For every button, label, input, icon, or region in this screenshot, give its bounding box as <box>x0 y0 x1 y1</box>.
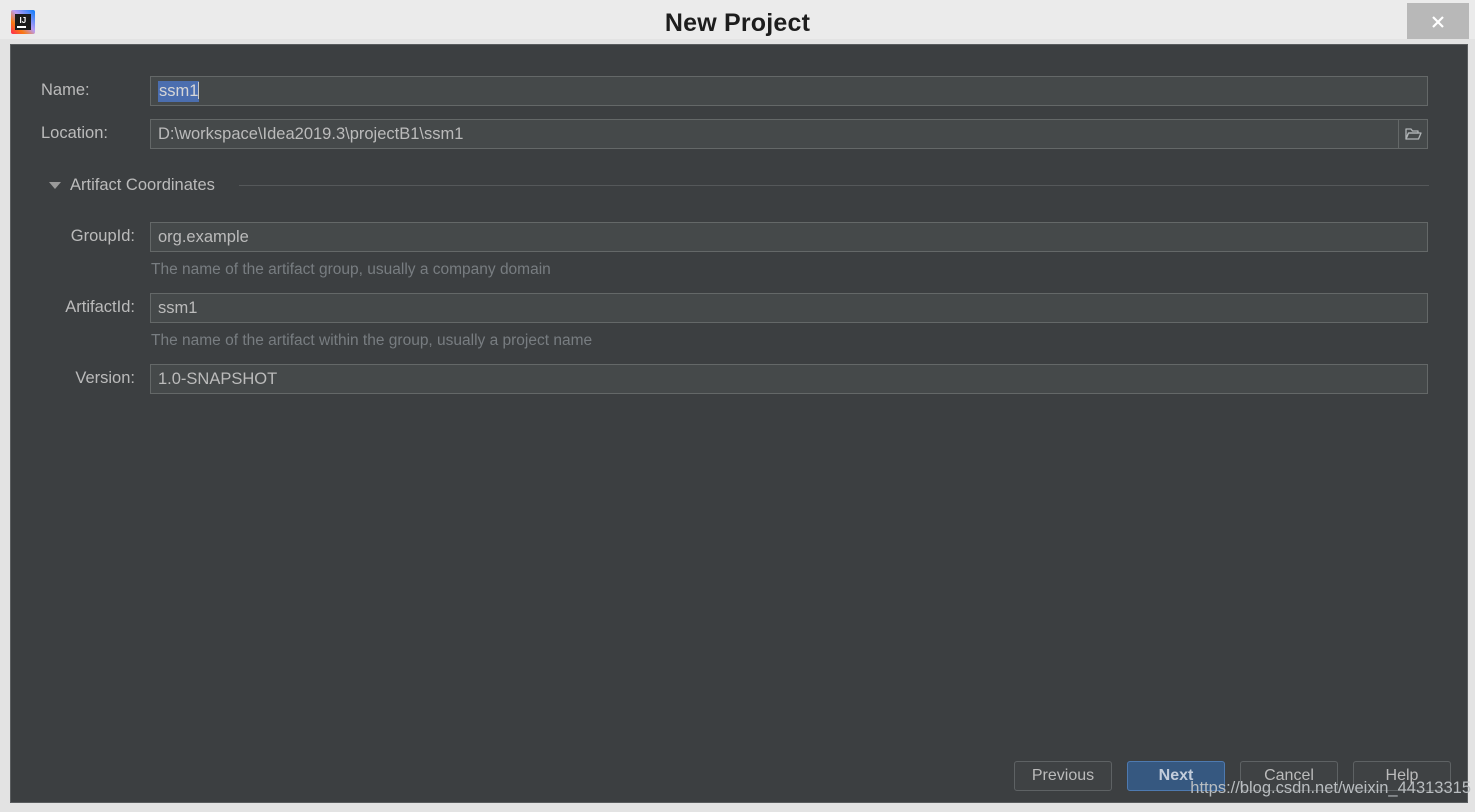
groupid-hint: The name of the artifact group, usually … <box>151 261 551 278</box>
section-separator <box>239 185 1429 186</box>
text-caret <box>198 82 200 99</box>
name-label: Name: <box>41 81 90 99</box>
artifactid-input[interactable]: ssm1 <box>150 293 1428 323</box>
name-input-value: ssm1 <box>158 81 200 102</box>
new-project-dialog: IJ New Project Name: ssm1 Location: D:\w… <box>0 0 1475 812</box>
artifact-coordinates-title: Artifact Coordinates <box>70 176 215 194</box>
browse-folder-button[interactable] <box>1398 119 1428 149</box>
previous-button[interactable]: Previous <box>1014 761 1112 791</box>
dialog-frame: Name: ssm1 Location: D:\workspace\Idea20… <box>0 39 1475 812</box>
folder-icon <box>1404 128 1422 140</box>
artifact-coordinates-toggle[interactable]: Artifact Coordinates <box>49 176 215 195</box>
artifactid-label: ArtifactId: <box>65 298 135 316</box>
location-label: Location: <box>41 124 108 142</box>
dialog-content: Name: ssm1 Location: D:\workspace\Idea20… <box>10 44 1468 803</box>
version-label: Version: <box>75 369 135 387</box>
version-input[interactable]: 1.0-SNAPSHOT <box>150 364 1428 394</box>
watermark-url: https://blog.csdn.net/weixin_44313315 <box>1190 779 1471 797</box>
artifactid-hint: The name of the artifact within the grou… <box>151 332 593 349</box>
location-input[interactable]: D:\workspace\Idea2019.3\projectB1\ssm1 <box>150 119 1428 149</box>
groupid-label: GroupId: <box>70 227 135 245</box>
close-button[interactable] <box>1407 3 1469 41</box>
name-input[interactable]: ssm1 <box>150 76 1428 106</box>
triangle-down-icon <box>49 182 61 189</box>
groupid-input[interactable]: org.example <box>150 222 1428 252</box>
